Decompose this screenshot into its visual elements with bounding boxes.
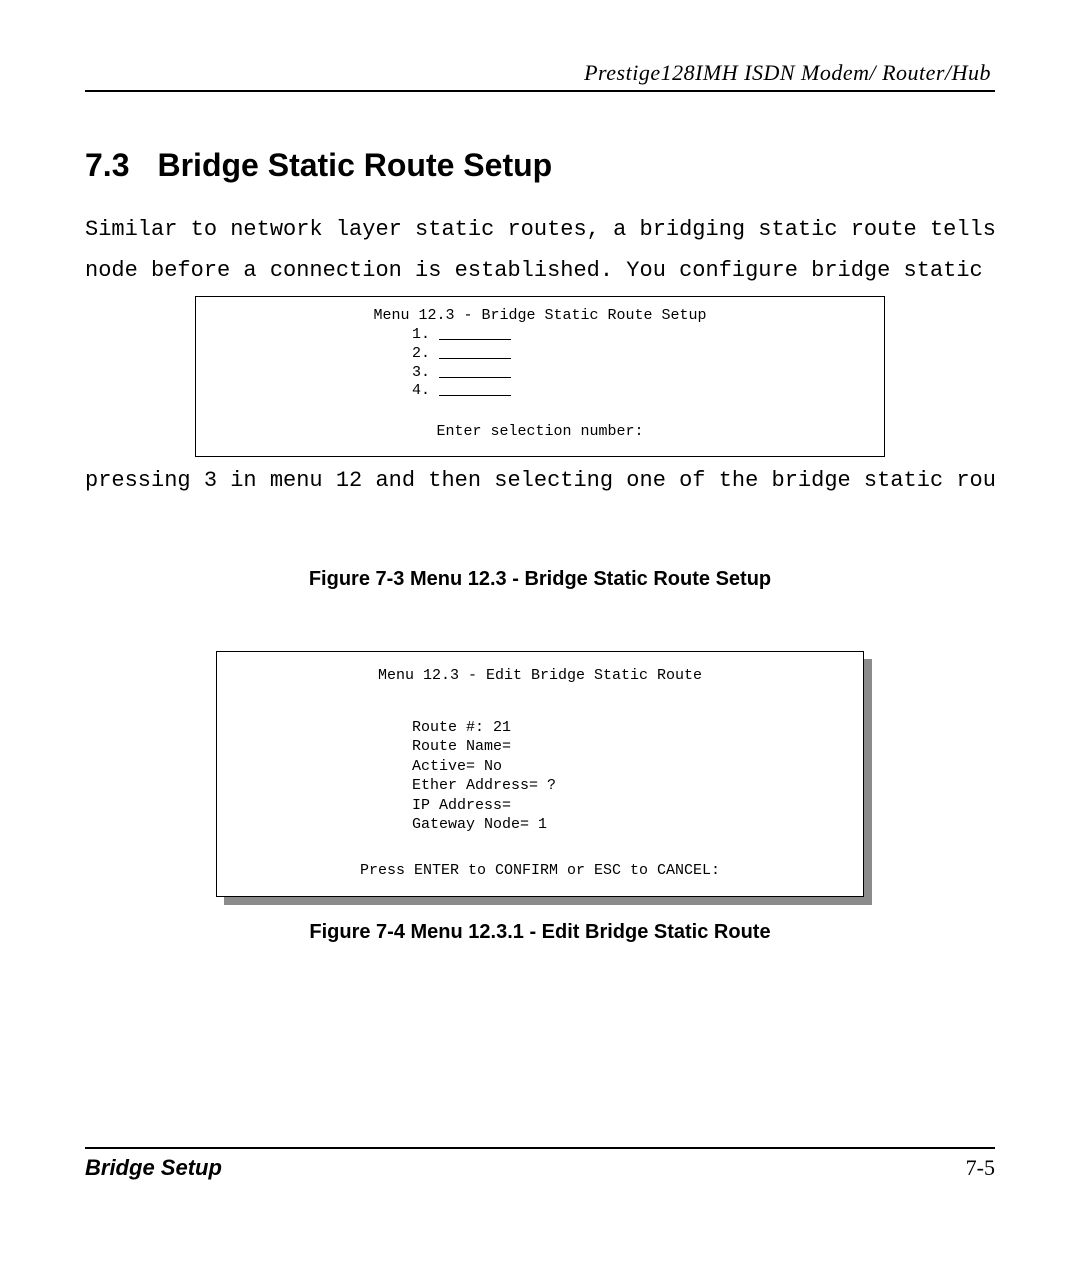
menu-12-3-box: Menu 12.3 - Bridge Static Route Setup 1.… — [195, 296, 885, 457]
menu-12-3-1-footer: Press ENTER to CONFIRM or ESC to CANCEL: — [237, 861, 843, 881]
menu-12-3-1-fields: Route #: 21 Route Name= Active= No Ether… — [412, 718, 843, 835]
body-paragraph-2: node before a connection is established.… — [85, 253, 995, 288]
menu-12-3-1-wrap: Menu 12.3 - Edit Bridge Static Route Rou… — [216, 651, 864, 897]
gateway-node-field: Gateway Node= 1 — [412, 815, 843, 835]
menu-12-3-prompt: Enter selection number: — [212, 423, 868, 442]
running-head: Prestige128IMH ISDN Modem/ Router/Hub — [85, 60, 995, 86]
section-number: 7.3 — [85, 147, 129, 183]
figure-7-3-caption: Figure 7-3 Menu 12.3 - Bridge Static Rou… — [85, 568, 995, 591]
item-number: 1. — [412, 326, 430, 343]
item-blank — [439, 345, 511, 362]
item-blank — [439, 326, 511, 343]
ip-address-field: IP Address= — [412, 796, 843, 816]
menu-12-3-1-box: Menu 12.3 - Edit Bridge Static Route Rou… — [216, 651, 864, 897]
section-title: Bridge Static Route Setup — [157, 147, 552, 183]
list-item: 1. — [412, 326, 868, 345]
figure-7-4-caption: Figure 7-4 Menu 12.3.1 - Edit Bridge Sta… — [85, 921, 995, 944]
item-blank — [439, 364, 511, 381]
item-number: 4. — [412, 382, 430, 399]
footer-section-name: Bridge Setup — [85, 1155, 222, 1181]
body-paragraph-1: Similar to network layer static routes, … — [85, 212, 995, 247]
route-number-field: Route #: 21 — [412, 718, 843, 738]
list-item: 4. — [412, 382, 868, 401]
menu-12-3-1-title: Menu 12.3 - Edit Bridge Static Route — [237, 666, 843, 686]
header-rule — [85, 90, 995, 92]
item-number: 2. — [412, 345, 430, 362]
item-number: 3. — [412, 364, 430, 381]
page-number: 7-5 — [966, 1155, 995, 1181]
body-paragraph-3: pressing 3 in menu 12 and then selecting… — [85, 463, 995, 498]
menu-12-3-list: 1. 2. 3. 4. — [412, 326, 868, 401]
footer-rule — [85, 1147, 995, 1149]
active-field: Active= No — [412, 757, 843, 777]
list-item: 2. — [412, 345, 868, 364]
item-blank — [439, 382, 511, 399]
page: Prestige128IMH ISDN Modem/ Router/Hub 7.… — [0, 0, 1080, 1281]
menu-12-3-title: Menu 12.3 - Bridge Static Route Setup — [212, 307, 868, 326]
ether-address-field: Ether Address= ? — [412, 776, 843, 796]
section-heading: 7.3 Bridge Static Route Setup — [85, 147, 995, 184]
list-item: 3. — [412, 364, 868, 383]
page-footer: Bridge Setup 7-5 — [85, 1147, 995, 1181]
route-name-field: Route Name= — [412, 737, 843, 757]
